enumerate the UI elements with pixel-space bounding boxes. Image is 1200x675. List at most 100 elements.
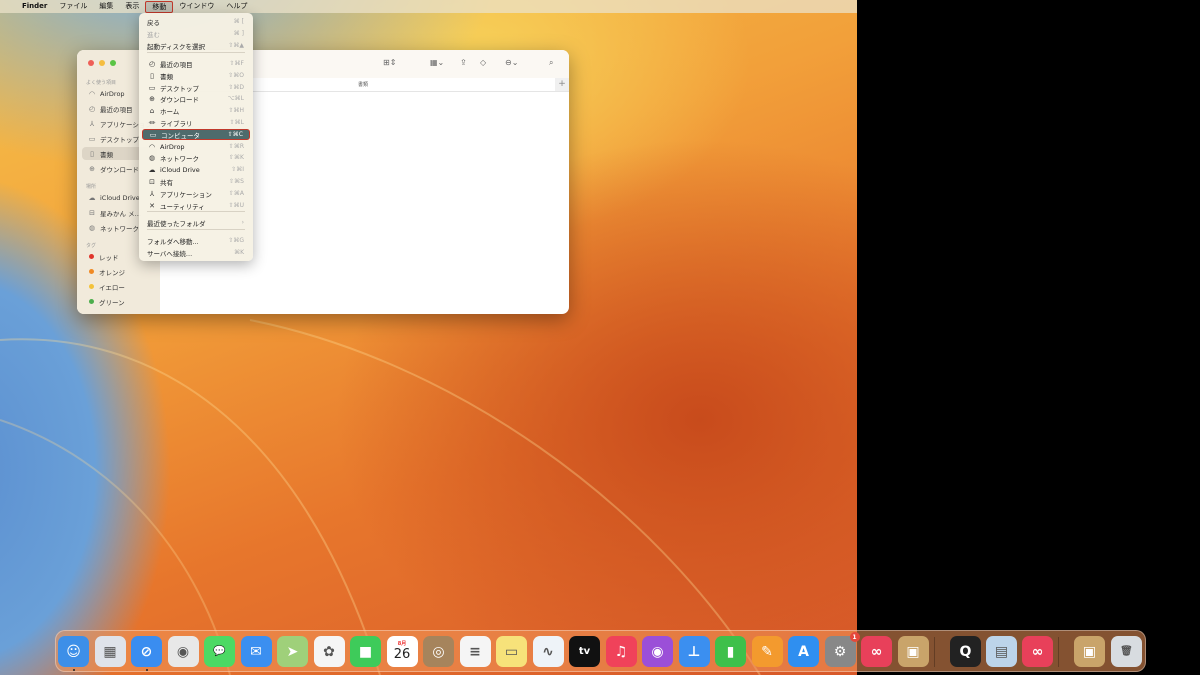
menu-item-shortcut: ⌥⌘L bbox=[227, 95, 244, 102]
dock-app-photos[interactable]: ✿ bbox=[313, 636, 345, 667]
share-icon[interactable]: ⇪ bbox=[460, 58, 467, 67]
sidebar-tag-green[interactable]: グリーン bbox=[82, 295, 157, 308]
dock-app-podcasts[interactable]: ◉ bbox=[642, 636, 673, 667]
computer-icon: ▭ bbox=[149, 130, 157, 139]
dock-app-system-settings[interactable]: ⚙ 1 bbox=[824, 632, 860, 667]
menu-item[interactable]: ▯ 書類 ⇧⌘O bbox=[142, 70, 250, 81]
menu-file[interactable]: ファイル bbox=[53, 0, 93, 13]
reminders-icon: ≡ bbox=[469, 643, 481, 660]
menu-item[interactable]: ☁ iCloud Drive ⇧⌘I bbox=[142, 164, 250, 175]
dock-app-messages[interactable]: 💬 bbox=[204, 636, 235, 667]
dock-app-contacts[interactable]: ◎ bbox=[423, 636, 454, 667]
menu-item-label: 起動ディスクを選択 bbox=[147, 42, 206, 51]
wallpaper-curve bbox=[0, 338, 381, 675]
dock-app-maps[interactable]: ➤ bbox=[277, 636, 308, 667]
add-tab-button[interactable]: + bbox=[555, 78, 569, 91]
menu-separator bbox=[147, 229, 245, 230]
menu-item[interactable]: ⏛ ライブラリ ⇧⌘L bbox=[142, 117, 250, 128]
menu-item[interactable]: 起動ディスクを選択 ⇧⌘▲ bbox=[142, 40, 250, 51]
sidebar-tag-yellow[interactable]: イエロー bbox=[82, 280, 157, 293]
finder-icon: ☺ bbox=[66, 643, 81, 660]
menu-item-shortcut: ⇧⌘I bbox=[231, 166, 244, 173]
dock-app-tv[interactable]: tv bbox=[569, 636, 600, 667]
dock-app-numbers[interactable]: ▮ bbox=[715, 636, 746, 667]
menu-item-shortcut: ⌘K bbox=[234, 249, 244, 256]
menu-item[interactable]: フォルダへ移動... ⇧⌘G bbox=[142, 235, 250, 246]
dock-app-keynote[interactable]: ⊥ bbox=[678, 636, 710, 667]
menu-item[interactable]: ⊡ 共有 ⇧⌘S bbox=[142, 176, 250, 187]
menu-help[interactable]: ヘルプ bbox=[220, 0, 253, 13]
desktop-icon: ▭ bbox=[88, 134, 96, 143]
tv-icon: tv bbox=[578, 646, 591, 657]
apple-menu-icon[interactable] bbox=[0, 0, 16, 13]
dock-app-creative-cloud[interactable]: ∞ bbox=[861, 636, 892, 667]
dock-app-music[interactable]: ♫ bbox=[605, 636, 637, 667]
dock-app-creative-cloud[interactable]: ∞ bbox=[1022, 636, 1053, 667]
tag-icon[interactable]: ◇ bbox=[480, 58, 486, 67]
menu-item[interactable]: サーバへ接続... ⌘K bbox=[142, 247, 250, 258]
menu-item[interactable]: ◴ 最近の項目 ⇧⌘F bbox=[142, 58, 250, 69]
sidebar-tag-orange[interactable]: オレンジ bbox=[82, 265, 157, 278]
chrome-icon: ◉ bbox=[176, 643, 190, 660]
dock-app-chrome[interactable]: ◉ bbox=[167, 636, 199, 667]
music-icon: ♫ bbox=[614, 643, 628, 660]
dock-app-freeform[interactable]: ∿ bbox=[532, 636, 564, 667]
dock-separator bbox=[1058, 637, 1059, 667]
zoom-button[interactable] bbox=[110, 60, 116, 66]
menu-item[interactable]: 戻る ⌘ [ bbox=[142, 16, 250, 27]
close-button[interactable] bbox=[88, 60, 94, 66]
menu-item[interactable]: ◍ ネットワーク ⇧⌘K bbox=[142, 152, 250, 163]
dock-app-facetime[interactable]: ■ bbox=[350, 636, 381, 667]
menu-separator bbox=[147, 52, 245, 53]
menu-item[interactable]: 最近使ったフォルダ › bbox=[142, 217, 250, 228]
menu-item[interactable]: ⊕ ダウンロード ⌥⌘L bbox=[142, 93, 250, 104]
dock-app-notes[interactable]: ▭ bbox=[496, 636, 527, 667]
dock-app-finder[interactable]: ☺ bbox=[58, 636, 89, 667]
menu-item[interactable]: ◠ AirDrop ⇧⌘R bbox=[142, 141, 250, 152]
dock-app-trash[interactable]: 🗑 bbox=[1111, 636, 1142, 667]
dock-app-archive-utility[interactable]: ▣ bbox=[897, 636, 929, 667]
dock-app-pages[interactable]: ✎ bbox=[751, 636, 783, 667]
menu-item[interactable]: ⌂ ホーム ⇧⌘H bbox=[142, 105, 250, 116]
menu-item-shortcut: ⇧⌘R bbox=[228, 143, 244, 150]
menu-edit[interactable]: 編集 bbox=[93, 0, 119, 13]
minimize-button[interactable] bbox=[99, 60, 105, 66]
utilities-icon: ✕ bbox=[149, 201, 155, 210]
disk-icon: ⊟ bbox=[89, 208, 95, 217]
dock-app-launchpad[interactable]: ▦ bbox=[94, 636, 126, 667]
window-controls bbox=[88, 60, 116, 66]
menu-go[interactable]: 移動 bbox=[145, 0, 174, 13]
dock-app-calendar[interactable]: 8月 26 bbox=[386, 636, 418, 667]
dock-app-mail[interactable]: ✉ bbox=[240, 636, 272, 667]
airdrop-icon: ◠ bbox=[148, 142, 156, 151]
document-icon: ▯ bbox=[90, 149, 94, 158]
group-icon[interactable]: ▦⌄ bbox=[430, 58, 444, 67]
dock: ☺ ▦ ⊘ ◉ 💬 ✉ ➤ ✿ ■ 8月 26 ◎ ≡ ▭ ∿ tv ♫ ◉ ⊥ ▮ ✎ A ⚙ 1 ∞ ▣ Q ▤ ∞ ▣ 🗑 bbox=[55, 630, 1146, 672]
dock-app-preview[interactable]: ▤ bbox=[986, 636, 1017, 667]
download-icon: ⊕ bbox=[89, 164, 95, 173]
facetime-icon: ■ bbox=[358, 643, 373, 660]
dock-app-quicktime-player[interactable]: Q bbox=[950, 636, 981, 667]
network-icon: ◍ bbox=[148, 153, 156, 162]
menu-item[interactable]: ▭ デスクトップ ⇧⌘D bbox=[142, 82, 250, 93]
more-actions-icon[interactable]: ⊖⌄ bbox=[505, 58, 518, 67]
menu-item[interactable]: ▭ コンピュータ ⇧⌘C bbox=[142, 129, 250, 140]
dock-app-archive[interactable]: ▣ bbox=[1074, 636, 1105, 667]
quicktime-player-icon: Q bbox=[959, 643, 972, 660]
search-icon[interactable]: ⌕ bbox=[549, 58, 553, 68]
dock-app-app-store[interactable]: A bbox=[788, 636, 819, 667]
dock-app-safari[interactable]: ⊘ bbox=[131, 636, 162, 667]
menu-view[interactable]: 表示 bbox=[119, 0, 145, 13]
airdrop-icon: ◠ bbox=[88, 89, 96, 98]
menu-finder[interactable]: Finder bbox=[16, 0, 53, 13]
menu-window[interactable]: ウインドウ bbox=[173, 0, 220, 13]
mail-icon: ✉ bbox=[250, 643, 262, 660]
tag-dot-icon bbox=[89, 269, 94, 274]
dock-app-reminders[interactable]: ≡ bbox=[459, 636, 491, 667]
archive-icon: ▣ bbox=[1082, 643, 1097, 660]
menu-item[interactable]: ✕ ユーティリティ ⇧⌘U bbox=[142, 200, 250, 211]
view-toggle-icon[interactable]: ⊞⇕ bbox=[383, 58, 396, 67]
tag-dot-icon bbox=[89, 299, 94, 304]
pages-icon: ✎ bbox=[761, 643, 773, 660]
menu-item[interactable]: ⅄ アプリケーション ⇧⌘A bbox=[142, 188, 250, 199]
